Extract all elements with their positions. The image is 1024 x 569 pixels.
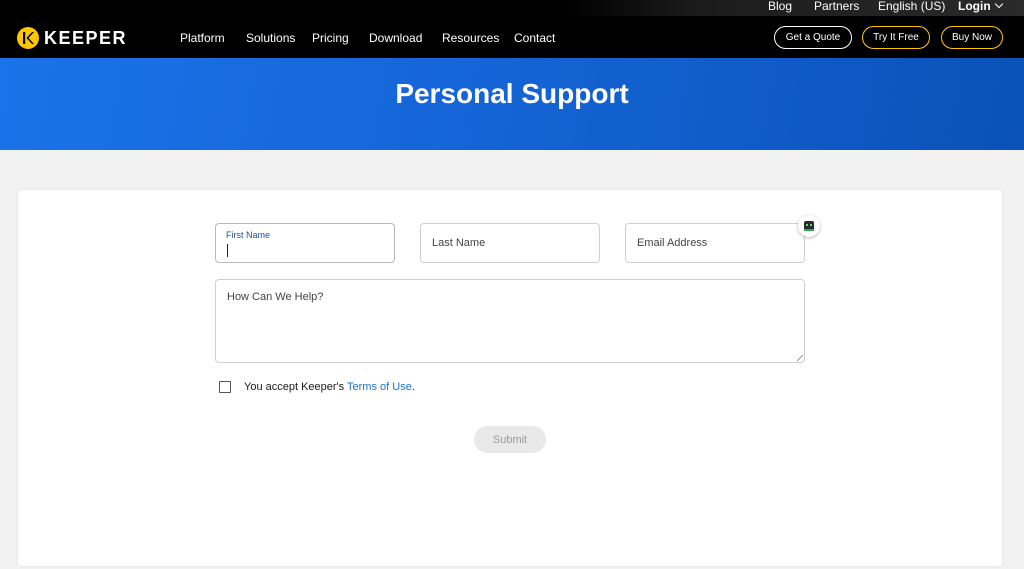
terms-checkbox[interactable] [219, 381, 231, 393]
nav-resources[interactable]: Resources [442, 31, 499, 45]
submit-button[interactable]: Submit [474, 426, 546, 453]
email-placeholder: Email Address [637, 237, 708, 249]
terms-prefix: You accept Keeper's [244, 381, 348, 393]
terms-suffix: . [411, 381, 415, 393]
terms-of-use-link[interactable]: Terms of Use [347, 381, 412, 393]
email-field[interactable]: Email Address [625, 223, 805, 263]
hero-banner: Personal Support [0, 58, 1024, 150]
first-name-label: First Name [226, 230, 271, 240]
status-bar [804, 229, 814, 231]
help-placeholder: How Can We Help? [227, 291, 324, 303]
chevron-down-icon [994, 0, 1003, 9]
nav-download[interactable]: Download [369, 31, 422, 45]
language-selector[interactable]: English (US) [878, 0, 945, 14]
utility-link-partners[interactable]: Partners [814, 0, 859, 14]
password-manager-icon[interactable] [798, 215, 820, 237]
last-name-field[interactable]: Last Name [420, 223, 600, 263]
support-form-card: First Name Last Name Email Address How C… [18, 190, 1002, 566]
nav-pricing[interactable]: Pricing [312, 31, 349, 45]
nav-platform[interactable]: Platform [180, 31, 225, 45]
nav-contact[interactable]: Contact [514, 31, 555, 45]
login-menu[interactable]: Login [958, 0, 1003, 14]
top-header: Blog Partners English (US) Login KEEPER … [0, 0, 1024, 58]
nav-solutions[interactable]: Solutions [246, 31, 295, 45]
utility-bar [564, 0, 1024, 16]
text-cursor [227, 244, 228, 257]
page-title: Personal Support [395, 78, 629, 109]
resize-handle-icon[interactable] [797, 355, 803, 361]
buy-now-button[interactable]: Buy Now [941, 26, 1003, 49]
keeper-logo-icon [17, 27, 39, 49]
last-name-placeholder: Last Name [432, 237, 486, 249]
login-label: Login [958, 0, 991, 13]
get-a-quote-button[interactable]: Get a Quote [774, 26, 852, 49]
terms-text: You accept Keeper's Terms of Use. [244, 381, 415, 393]
first-name-field[interactable]: First Name [215, 223, 395, 263]
utility-link-blog[interactable]: Blog [768, 0, 792, 14]
keeper-logo[interactable]: KEEPER [17, 26, 127, 50]
try-it-free-button[interactable]: Try It Free [862, 26, 930, 49]
brand-name: KEEPER [44, 27, 128, 48]
help-textarea[interactable]: How Can We Help? [215, 279, 805, 363]
